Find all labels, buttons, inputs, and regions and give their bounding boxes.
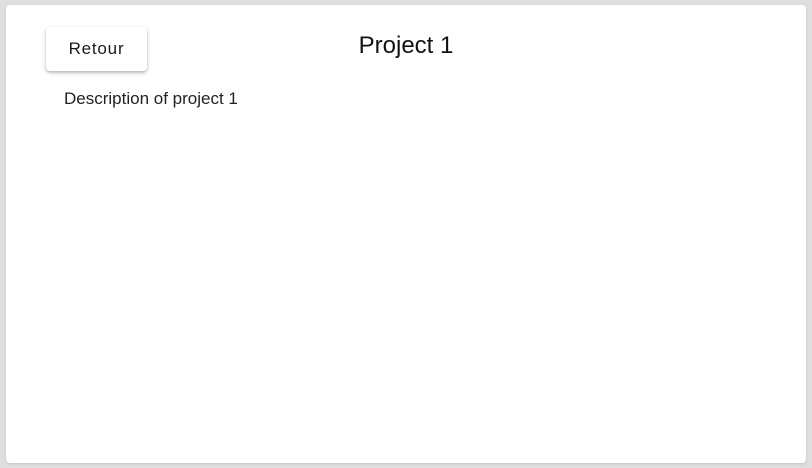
project-description: Description of project 1: [64, 89, 238, 108]
page-title: Project 1: [358, 32, 454, 59]
project-card: Retour Project 1 Description of project …: [6, 5, 806, 463]
